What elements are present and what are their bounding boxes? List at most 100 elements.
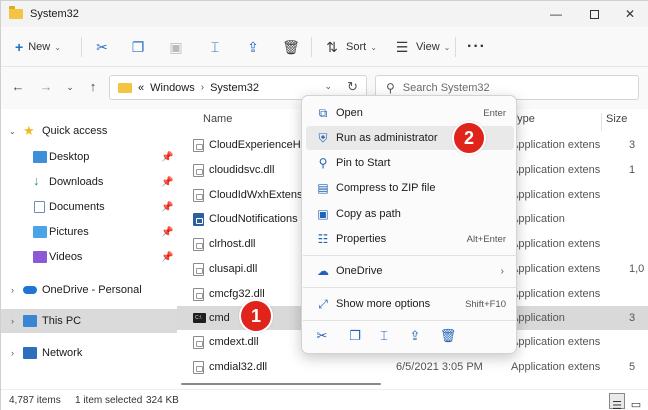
close-button[interactable]: ✕ [611,1,648,27]
nav-documents[interactable]: Documents 📌 [1,195,177,219]
command-prompt-icon [193,313,206,323]
scrollbar-thumb[interactable] [181,383,381,385]
menu-item-label: Copy as path [336,208,401,220]
address-history-chevron-icon[interactable]: ⌄ [324,81,332,92]
delete-button[interactable]: 🗑 [282,35,300,59]
refresh-icon[interactable]: ↻ [347,79,358,95]
expand-chevron-icon[interactable]: › [11,285,14,295]
menu-item-copy-as-path[interactable]: ▣ Copy as path [306,202,514,226]
copy-button[interactable]: ❐ [129,35,147,59]
pictures-icon [33,226,47,238]
file-type: Application extens [511,139,601,151]
file-name: CloudIdWxhExtension.dll [209,189,304,201]
pin-icon: 📌 [161,151,174,163]
copy-icon[interactable]: ❐ [345,328,365,346]
breadcrumb-system32[interactable]: System32 [210,82,259,94]
menu-item-show-more-options[interactable]: ⤢ Show more options Shift+F10 [306,292,514,316]
rename-icon: ⌶ [210,38,220,55]
minimize-button[interactable]: — [537,1,575,27]
forward-button[interactable]: → [37,79,55,94]
new-button[interactable]: + New ⌄ [15,35,61,59]
nav-desktop[interactable]: Desktop 📌 [1,145,177,169]
maximize-button[interactable] [575,1,613,27]
expand-chevron-icon[interactable]: › [11,316,14,326]
horizontal-scrollbar[interactable] [177,381,648,387]
share-icon[interactable]: ⇪ [405,328,425,346]
menu-item-onedrive[interactable]: ☁ OneDrive › [306,259,514,283]
rename-button[interactable]: ⌶ [206,35,224,59]
shield-icon: ⛨ [318,130,328,145]
breadcrumb: « Windows › System32 [138,82,259,94]
nav-this-pc[interactable]: › This PC [1,309,177,333]
column-header-name[interactable]: Name [203,113,232,125]
documents-icon [34,201,45,213]
nav-downloads[interactable]: ↓ Downloads 📌 [1,170,177,194]
chevron-down-icon: ⌄ [443,42,451,52]
pin-icon: 📌 [161,226,174,238]
item-count: 4,787 items [9,395,61,406]
cut-icon[interactable]: ✂ [312,328,332,346]
cut-button[interactable]: ✂ [93,35,111,59]
details-view-button[interactable]: ☰ [609,393,625,410]
menu-item-label: Show more options [336,298,431,310]
back-button[interactable]: ← [9,79,27,94]
expand-chevron-icon[interactable]: ⌄ [9,127,16,136]
chevron-right-icon: › [500,265,504,277]
column-header-size[interactable]: Size [606,113,627,125]
file-type: Application extens [511,164,601,176]
file-name: cmdext.dll [209,336,259,348]
file-type: Application [511,312,565,324]
rename-icon[interactable]: ⌶ [374,328,394,346]
paste-icon: ▣ [169,38,183,55]
nav-onedrive[interactable]: › OneDrive - Personal [1,278,177,302]
nav-pictures[interactable]: Pictures 📌 [1,220,177,244]
up-button[interactable]: ↑ [84,79,102,94]
nav-network[interactable]: › Network [1,341,177,365]
view-label: View [416,41,440,53]
menu-item-open[interactable]: ⧉ Open Enter [306,101,514,125]
copy-path-icon: ▣ [317,207,329,221]
column-divider[interactable] [601,113,602,131]
menu-divider [303,255,517,256]
sort-label: Sort [346,41,367,53]
menu-item-label: Run as administrator [336,132,438,144]
pin-icon: 📌 [161,176,174,188]
menu-item-label: Properties [336,233,387,245]
file-size: 3 [629,312,636,324]
breadcrumb-overflow[interactable]: « [138,82,144,94]
search-input[interactable] [402,81,623,94]
nav-videos[interactable]: Videos 📌 [1,245,177,269]
menu-item-properties[interactable]: ☷ Properties Alt+Enter [306,227,514,251]
paste-button[interactable]: ▣ [167,35,185,59]
file-type: Application extens [511,361,601,373]
share-button[interactable]: ⇪ [244,35,262,59]
menu-item-compress-zip[interactable]: ▤ Compress to ZIP file [306,176,514,200]
breadcrumb-windows[interactable]: Windows [150,82,195,94]
recent-locations-button[interactable]: ⌄ [61,82,79,93]
file-type: Application extens [511,238,601,250]
sort-icon: ⇅ [326,38,338,55]
close-icon: ✕ [624,7,636,21]
nav-label: Desktop [49,151,90,163]
more-icon: ··· [467,38,486,55]
toolbar-divider [81,37,82,57]
search-icon: ⚲ [386,80,395,95]
expand-chevron-icon[interactable]: › [11,348,14,358]
toolbar-divider [311,37,312,57]
dll-file-icon [193,287,204,301]
delete-icon[interactable]: 🗑 [438,328,458,346]
nav-quick-access[interactable]: ⌄ ★ Quick access [1,119,177,143]
menu-divider [303,287,517,288]
nav-label: Documents [49,201,105,213]
file-row[interactable]: cmdial32.dll 6/5/2021 3:05 PM Applicatio… [177,355,648,379]
tiles-view-button[interactable]: ▭ [628,393,644,410]
onedrive-icon: ☁ [317,264,329,278]
file-name: cmdial32.dll [209,361,268,373]
file-name: clusapi.dll [209,263,258,275]
file-name: clrhost.dll [209,238,256,250]
cut-icon: ✂ [96,38,108,55]
sort-button[interactable]: ⇅ Sort ⌄ [323,35,377,59]
see-more-button[interactable]: ··· [467,35,486,59]
menu-item-pin-to-start[interactable]: ⚲ Pin to Start [306,151,514,175]
view-button[interactable]: ☰ View ⌄ [393,35,451,59]
